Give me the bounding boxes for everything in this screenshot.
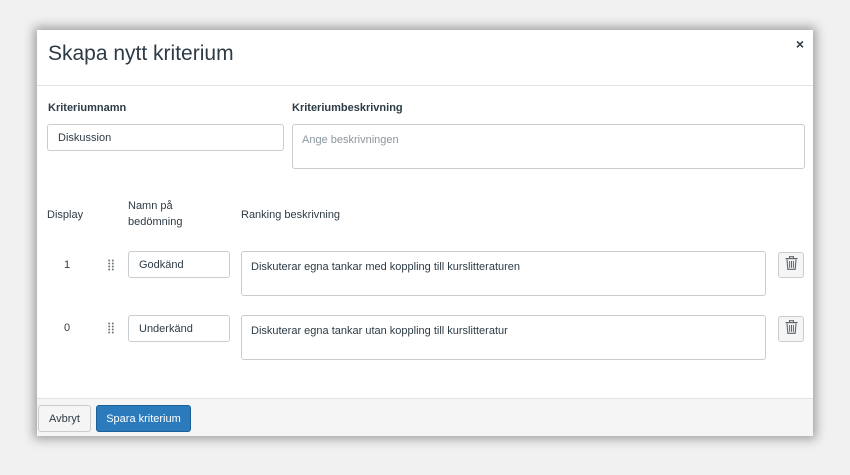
create-criterion-modal: Skapa nytt kriterium × Kriteriumnamn Kri… (37, 30, 813, 436)
rating-description-input[interactable] (241, 251, 766, 296)
modal-footer: Avbryt Spara kriterium (37, 398, 813, 436)
rating-points: 0 (64, 322, 71, 334)
trash-icon (785, 319, 798, 339)
rating-points: 1 (64, 259, 71, 271)
rating-name-column-header: Namn på bedömning (128, 200, 183, 228)
delete-rating-button[interactable] (778, 316, 804, 342)
criterion-description-input[interactable] (292, 124, 805, 169)
rating-name-input[interactable] (128, 251, 230, 278)
trash-icon (785, 255, 798, 275)
modal-header: Skapa nytt kriterium × (37, 30, 813, 86)
cancel-button[interactable]: Avbryt (38, 405, 91, 432)
display-column-header: Display (47, 209, 84, 221)
criterion-name-label: Kriteriumnamn (48, 102, 127, 114)
rating-description-input[interactable] (241, 315, 766, 360)
close-icon[interactable]: × (793, 37, 807, 51)
drag-handle-icon[interactable] (108, 259, 114, 271)
delete-rating-button[interactable] (778, 252, 804, 278)
rating-description-column-header: Ranking beskrivning (241, 209, 341, 221)
modal-title: Skapa nytt kriterium (48, 42, 234, 65)
criterion-name-input[interactable] (47, 124, 284, 151)
drag-handle-icon[interactable] (108, 322, 114, 334)
save-criterion-button[interactable]: Spara kriterium (96, 405, 191, 432)
rating-name-input[interactable] (128, 315, 230, 342)
criterion-description-label: Kriteriumbeskrivning (292, 102, 403, 114)
